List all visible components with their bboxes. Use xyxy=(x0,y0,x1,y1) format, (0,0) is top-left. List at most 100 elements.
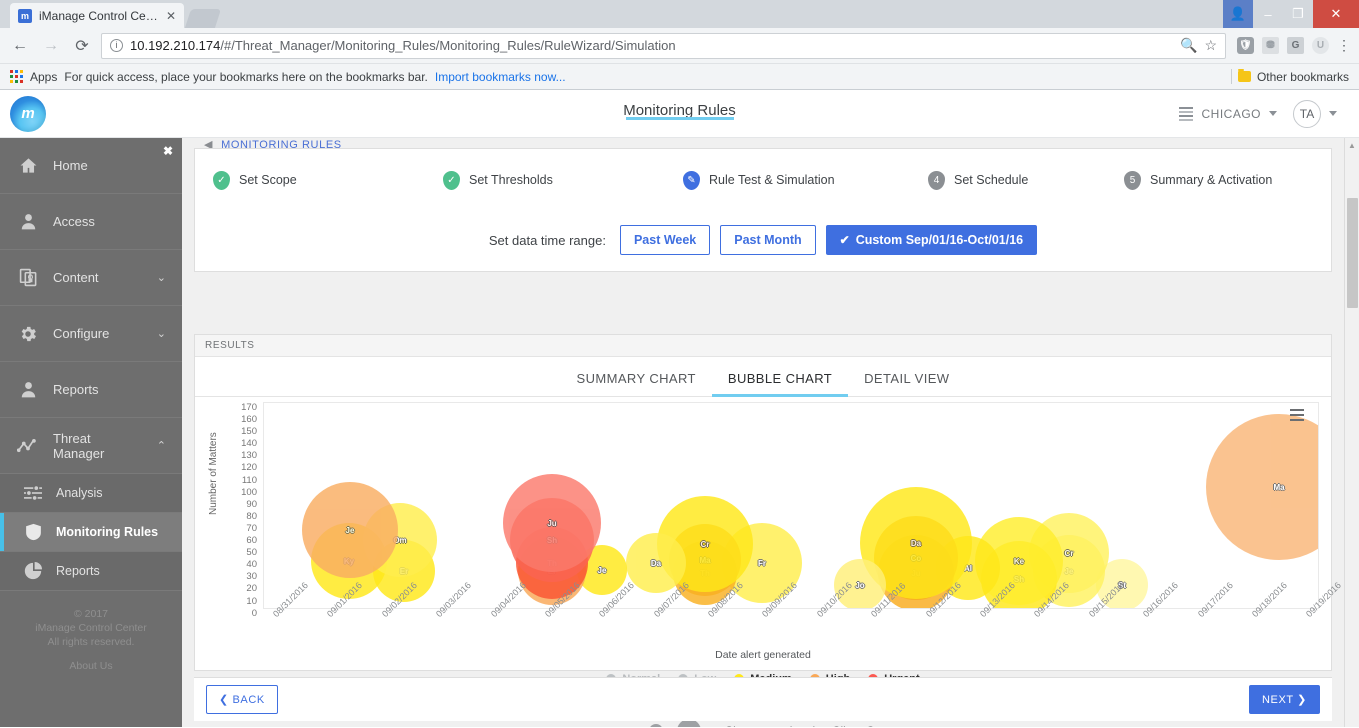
home-icon xyxy=(17,156,39,175)
y-tick-label: 120 xyxy=(241,462,257,474)
minimize-button[interactable]: – xyxy=(1253,0,1283,28)
other-bookmarks-label[interactable]: Other bookmarks xyxy=(1257,70,1349,84)
wizard-step-set-schedule[interactable]: 4 Set Schedule xyxy=(928,170,1124,190)
sidebar-item-configure[interactable]: Configure ⌄ xyxy=(0,306,182,362)
sidebar-item-label: Monitoring Rules xyxy=(56,525,159,539)
custom-range-button[interactable]: ✔ Custom Sep/01/16-Oct/01/16 xyxy=(825,225,1038,255)
sidebar-item-reports[interactable]: Reports xyxy=(0,362,182,418)
g-extension-icon[interactable]: G xyxy=(1287,37,1304,54)
bookmark-star-icon[interactable]: ☆ xyxy=(1204,37,1217,54)
back-button[interactable]: ❮ BACK xyxy=(206,685,278,714)
step-check-icon: ✓ xyxy=(443,170,460,190)
results-panel: RESULTS SUMMARY CHART BUBBLE CHART DETAI… xyxy=(194,334,1359,727)
u-extension-icon[interactable]: U xyxy=(1312,37,1329,54)
forward-icon[interactable]: → xyxy=(39,34,63,58)
bookmarks-hint: For quick access, place your bookmarks h… xyxy=(64,69,428,84)
site-info-icon[interactable]: i xyxy=(110,39,123,52)
y-tick-label: 110 xyxy=(241,474,257,486)
y-tick-label: 0 xyxy=(251,607,257,619)
close-icon[interactable]: ✕ xyxy=(166,9,176,23)
step-label: Set Schedule xyxy=(954,173,1029,187)
hamburger-menu-icon[interactable] xyxy=(1290,409,1304,421)
profile-icon[interactable]: 👤 xyxy=(1223,0,1253,28)
chart-bubble[interactable]: Da xyxy=(626,533,686,593)
sidebar-item-content[interactable]: Content ⌄ xyxy=(0,250,182,306)
title-underline xyxy=(625,117,734,120)
sidebar-item-monitoring-rules[interactable]: Monitoring Rules xyxy=(0,513,182,552)
chart-tabs: SUMMARY CHART BUBBLE CHART DETAIL VIEW xyxy=(195,357,1331,397)
chevron-up-icon: ⌃ xyxy=(156,440,166,452)
sidebar-item-label: Threat Manager xyxy=(53,430,105,461)
y-axis-ticks: 170 160 150 140 130 120 110 100 90 80 70 60 50 40 30 20… xyxy=(225,402,257,620)
chart-bubble[interactable]: Je xyxy=(302,482,398,578)
back-icon[interactable]: ← xyxy=(8,34,32,58)
address-bar[interactable]: i 10.192.210.174/#/Threat_Manager/Monito… xyxy=(101,32,1226,59)
next-button[interactable]: NEXT ❯ xyxy=(1248,685,1320,714)
sidebar-item-home[interactable]: Home xyxy=(0,138,182,194)
apps-grid-icon[interactable] xyxy=(10,70,23,83)
application-window: m Monitoring Rules CHICAGO TA ✖ Home Acc… xyxy=(0,90,1359,727)
sidebar-item-threat-manager[interactable]: Threat Manager ⌃ xyxy=(0,418,182,474)
user-icon xyxy=(17,212,39,231)
import-bookmarks-link[interactable]: Import bookmarks now... xyxy=(435,70,566,84)
y-tick-label: 130 xyxy=(241,450,257,462)
shield-icon[interactable]: 🛡 xyxy=(1237,37,1254,54)
restore-button[interactable]: ❐ xyxy=(1283,0,1313,28)
sidebar-item-label: Home xyxy=(53,158,88,173)
wizard-step-set-scope[interactable]: ✓ Set Scope xyxy=(213,170,443,190)
wizard-footer: ❮ BACK NEXT ❯ xyxy=(194,677,1332,721)
app-header: m Monitoring Rules CHICAGO TA xyxy=(0,90,1359,138)
y-tick-label: 10 xyxy=(246,595,257,607)
tab-detail-view[interactable]: DETAIL VIEW xyxy=(848,371,965,396)
wizard-step-set-thresholds[interactable]: ✓ Set Thresholds xyxy=(443,170,683,190)
y-tick-label: 170 xyxy=(241,402,257,413)
y-tick-label: 90 xyxy=(246,498,257,510)
sidebar-item-analysis[interactable]: Analysis xyxy=(0,474,182,513)
scrollbar-thumb[interactable] xyxy=(1347,198,1358,308)
reload-icon[interactable]: ⟳ xyxy=(70,34,94,58)
tab-bubble-chart[interactable]: BUBBLE CHART xyxy=(711,371,849,397)
tab-summary-chart[interactable]: SUMMARY CHART xyxy=(561,371,712,396)
size-legend-label: Size proportional to Client Count xyxy=(725,724,898,727)
gear-icon xyxy=(17,324,39,344)
user-icon xyxy=(17,380,39,399)
new-tab-button[interactable] xyxy=(184,9,222,28)
step-number-badge: 5 xyxy=(1124,170,1141,190)
rights-text: All rights reserved. xyxy=(47,636,135,648)
y-tick-label: 50 xyxy=(246,547,257,559)
page-scrollbar[interactable]: ▲ xyxy=(1344,138,1359,727)
wizard-step-summary-activation[interactable]: 5 Summary & Activation xyxy=(1124,170,1272,190)
browser-toolbar: ← → ⟳ i 10.192.210.174/#/Threat_Manager/… xyxy=(0,28,1359,64)
sidebar-item-threat-reports[interactable]: Reports xyxy=(0,552,182,591)
step-number-badge: 4 xyxy=(928,170,945,190)
chart-bubble[interactable]: Ma xyxy=(1206,414,1318,560)
sidebar-item-label: Reports xyxy=(53,382,99,397)
back-label: BACK xyxy=(232,694,265,706)
y-tick-label: 60 xyxy=(246,535,257,547)
pdf-icon[interactable]: ⛃ xyxy=(1262,37,1279,54)
sidebar-item-access[interactable]: Access xyxy=(0,194,182,250)
custom-range-label: Custom Sep/01/16-Oct/01/16 xyxy=(855,233,1024,247)
about-us-link[interactable]: About Us xyxy=(0,659,182,673)
window-close-button[interactable]: ✕ xyxy=(1313,0,1359,28)
chart-plot-area[interactable]: MaStJeCrShKeAlJuCoDaJoFrThMaCrDaJeErThSh… xyxy=(263,402,1319,609)
browser-tab[interactable]: m iManage Control Center ✕ xyxy=(10,3,185,28)
step-label: Rule Test & Simulation xyxy=(709,173,835,187)
wizard-card: ✓ Set Scope ✓ Set Thresholds ✎ Rule Test… xyxy=(194,148,1332,272)
wizard-step-rule-test-simulation[interactable]: ✎ Rule Test & Simulation xyxy=(683,170,928,190)
browser-menu-icon[interactable]: ⋮ xyxy=(1337,37,1351,54)
time-range-label: Set data time range: xyxy=(488,232,606,248)
scroll-up-icon[interactable]: ▲ xyxy=(1345,138,1359,153)
step-pencil-icon: ✎ xyxy=(683,170,700,190)
apps-label[interactable]: Apps xyxy=(30,70,57,84)
y-tick-label: 30 xyxy=(246,571,257,583)
search-minus-icon[interactable]: 🔍 xyxy=(1180,37,1197,54)
sliders-icon xyxy=(22,485,44,501)
past-month-button[interactable]: Past Month xyxy=(720,225,816,255)
check-circle-icon: ✔ xyxy=(839,233,850,247)
past-week-button[interactable]: Past Week xyxy=(619,225,711,255)
results-label: RESULTS xyxy=(205,340,255,351)
chart-bubble[interactable]: Ju xyxy=(503,474,601,572)
content-area: ◀ MONITORING RULES ✓ Set Scope ✓ Set Thr… xyxy=(182,138,1359,727)
extensions-area: 🛡 ⛃ G U ⋮ xyxy=(1233,37,1351,54)
